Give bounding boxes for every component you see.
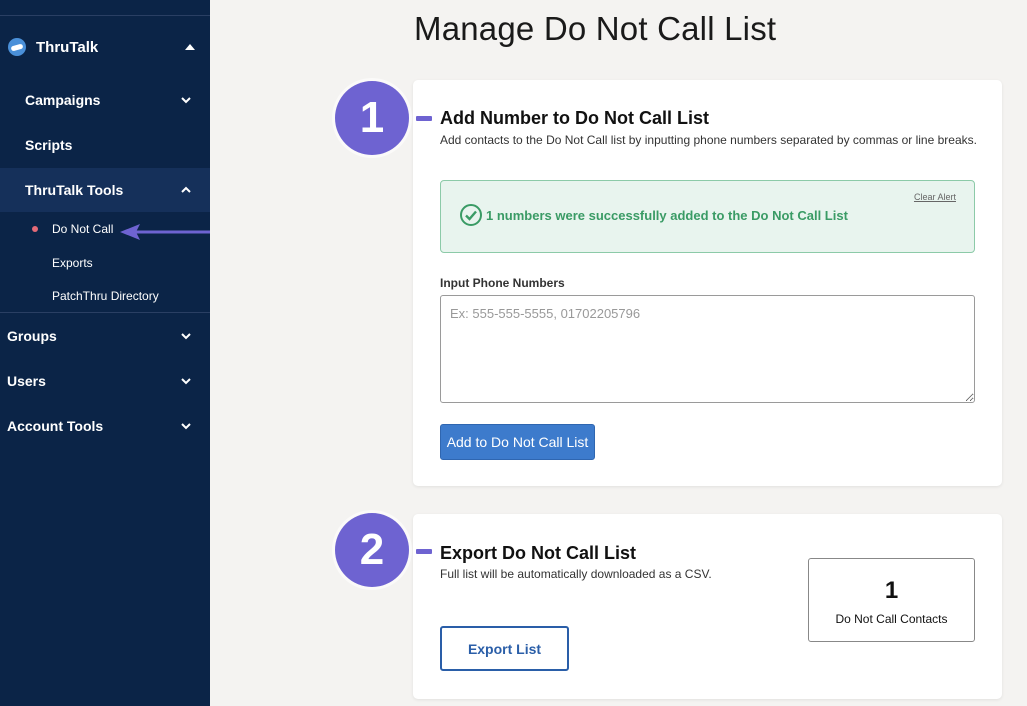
sidebar-item-label: Groups xyxy=(7,328,57,344)
sidebar-item-patchthru-directory[interactable]: PatchThru Directory xyxy=(0,284,210,308)
step-badge-2: 2 xyxy=(335,513,409,587)
dnc-count-label: Do Not Call Contacts xyxy=(835,612,948,626)
add-to-dnc-button[interactable]: Add to Do Not Call List xyxy=(440,424,595,460)
export-list-button[interactable]: Export List xyxy=(440,626,569,671)
sidebar-item-label: Do Not Call xyxy=(52,222,114,236)
sidebar-brand-thrutalk[interactable]: ThruTalk xyxy=(0,30,210,64)
add-number-description: Add contacts to the Do Not Call list by … xyxy=(440,133,977,147)
export-description: Full list will be automatically download… xyxy=(440,567,712,581)
annotation-arrow-icon xyxy=(120,224,210,240)
brand-label: ThruTalk xyxy=(36,38,99,56)
phone-numbers-input[interactable] xyxy=(440,295,975,403)
chevron-down-icon xyxy=(181,378,191,385)
sidebar-item-account-tools[interactable]: Account Tools xyxy=(0,410,210,442)
sidebar-item-label: Account Tools xyxy=(7,418,104,434)
chevron-up-icon xyxy=(181,186,191,193)
check-circle-icon xyxy=(460,204,482,226)
thrutalk-logo-icon xyxy=(8,38,26,56)
success-alert: 1 numbers were successfully added to the… xyxy=(440,180,975,253)
step-connector xyxy=(416,116,432,121)
sidebar-item-label: Users xyxy=(7,373,46,389)
page-title: Manage Do Not Call List xyxy=(414,10,777,47)
sidebar-divider xyxy=(0,312,210,313)
step-connector xyxy=(416,549,432,554)
chevron-down-icon xyxy=(181,423,191,430)
dnc-count-box: 1 Do Not Call Contacts xyxy=(808,558,975,642)
dnc-count-value: 1 xyxy=(884,577,899,604)
sidebar: ThruTalk Campaigns Scripts ThruTalk Tool… xyxy=(0,0,210,706)
clear-alert-link[interactable]: Clear Alert xyxy=(914,192,956,202)
sidebar-item-groups[interactable]: Groups xyxy=(0,320,210,352)
success-alert-text: 1 numbers were successfully added to the… xyxy=(486,208,848,223)
sidebar-item-label: Exports xyxy=(52,256,93,270)
step-badge-1: 1 xyxy=(335,81,409,155)
sidebar-item-label: Campaigns xyxy=(25,92,101,108)
active-indicator-dot xyxy=(32,226,38,232)
sidebar-divider xyxy=(0,15,210,16)
export-title: Export Do Not Call List xyxy=(440,543,637,563)
sidebar-item-label: ThruTalk Tools xyxy=(25,182,124,198)
chevron-down-icon xyxy=(181,97,191,104)
sidebar-item-label: Scripts xyxy=(25,137,73,153)
sidebar-item-campaigns[interactable]: Campaigns xyxy=(0,84,210,116)
chevron-down-icon xyxy=(181,333,191,340)
sidebar-item-exports[interactable]: Exports xyxy=(0,251,210,275)
sidebar-item-scripts[interactable]: Scripts xyxy=(0,129,210,161)
add-number-title: Add Number to Do Not Call List xyxy=(440,108,709,128)
sidebar-item-users[interactable]: Users xyxy=(0,365,210,397)
sidebar-item-thrutalk-tools[interactable]: ThruTalk Tools xyxy=(0,168,210,212)
sidebar-item-label: PatchThru Directory xyxy=(52,289,159,303)
phone-input-label: Input Phone Numbers xyxy=(440,276,565,290)
caret-up-icon xyxy=(185,44,195,50)
